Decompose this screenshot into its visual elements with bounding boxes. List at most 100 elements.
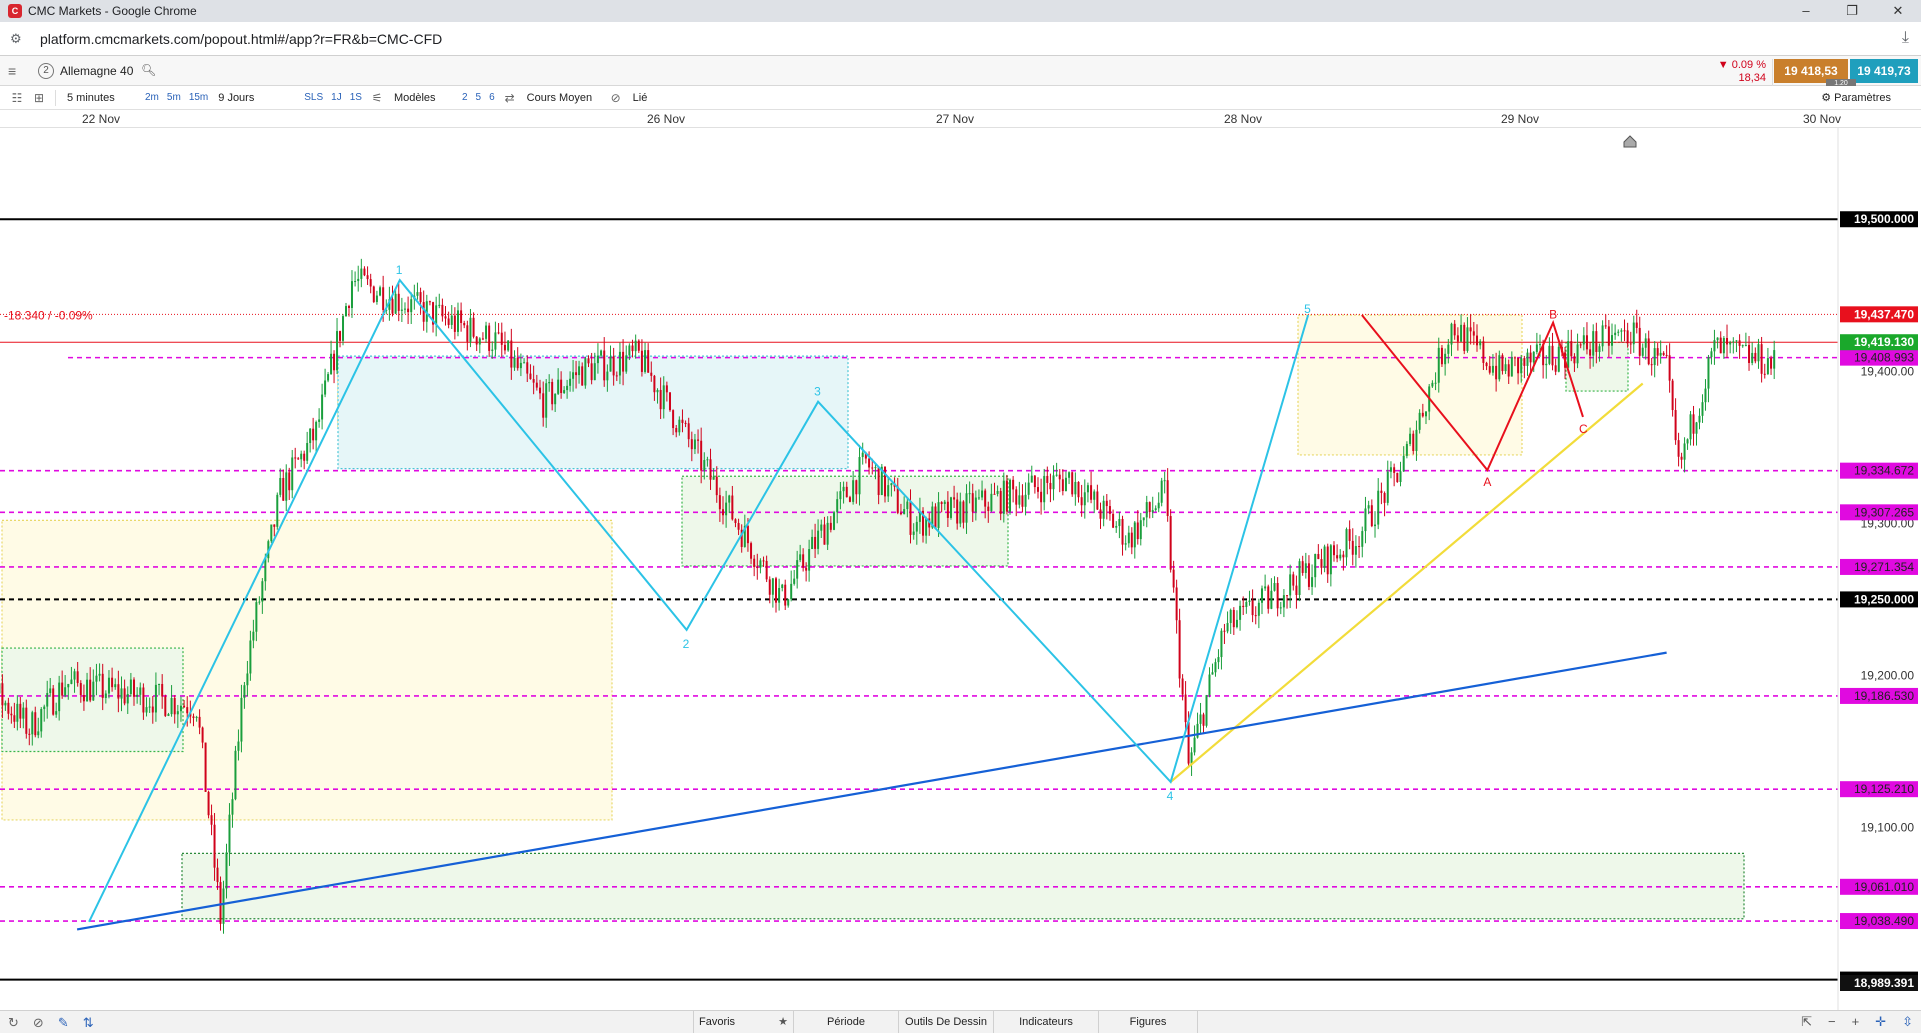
instrument-header: ≡ 2 Allemagne 40 🔍︎ <box>0 56 1921 86</box>
candle-body <box>258 601 261 603</box>
layout-grid-icon[interactable]: ⊞ <box>28 91 50 105</box>
tab-figures[interactable]: Figures <box>1098 1011 1198 1033</box>
close-icon[interactable]: ✕ <box>1875 0 1921 22</box>
download-icon[interactable]: ⤓ <box>1902 29 1909 47</box>
link-icon[interactable]: ⊘ <box>605 91 627 105</box>
price-type-select[interactable]: Cours Moyen <box>521 92 605 104</box>
candle-body <box>1358 546 1361 548</box>
candle-body <box>303 453 306 461</box>
candle-body <box>1260 588 1263 603</box>
candle-body <box>192 716 195 718</box>
zoom-in-icon[interactable]: + <box>1852 1014 1860 1030</box>
price-type-icon[interactable]: ⇄ <box>499 91 521 105</box>
candle-body <box>372 286 375 302</box>
zones-layer <box>1 314 1745 920</box>
models-button[interactable]: Modèles <box>388 92 458 104</box>
settings-button[interactable]: ⚙ Paramètres <box>1821 91 1891 104</box>
candle-body <box>315 421 318 441</box>
candle-body <box>1726 338 1729 345</box>
models-icon[interactable]: ⚟ <box>366 91 388 105</box>
candle-body <box>974 497 977 512</box>
candle-body <box>1614 332 1617 336</box>
candle-body <box>539 387 542 394</box>
tab-indicateurs[interactable]: Indicateurs <box>993 1011 1098 1033</box>
candle-body <box>709 459 712 480</box>
period-select[interactable]: 9 Jours <box>212 92 300 104</box>
url-field[interactable]: platform.cmcmarkets.com/popout.html#/app… <box>40 31 442 47</box>
candle-body <box>690 439 693 450</box>
candle-body <box>1175 587 1178 621</box>
tab-outils-de-dessin[interactable]: Outils De Dessin <box>898 1011 993 1033</box>
candle-body <box>622 351 625 372</box>
candle-body <box>1573 356 1576 364</box>
candle-body <box>644 350 647 372</box>
candle-body <box>1015 489 1018 505</box>
zoom-out-icon[interactable]: − <box>1828 1014 1836 1030</box>
interval-15m[interactable]: 15m <box>185 92 212 103</box>
price-chart[interactable]: -18.340 / -0.09% 1 2 3 4 5 A B C 19,400.00 19,30… <box>0 128 1921 1010</box>
candle-body <box>842 486 845 492</box>
restore-icon[interactable]: ❐ <box>1829 0 1875 22</box>
date-tick: 30 Nov <box>1802 112 1842 126</box>
chart-list-icon[interactable]: ☷ <box>6 91 28 105</box>
site-settings-icon[interactable]: ⚙ <box>10 31 28 47</box>
period-1s[interactable]: 1S <box>346 92 366 103</box>
candle-body <box>1030 475 1033 483</box>
pencil-icon[interactable]: ✎ <box>58 1015 69 1031</box>
candle-body <box>1617 331 1620 333</box>
cancel-icon[interactable]: ⊘ <box>33 1015 44 1031</box>
interval-select[interactable]: 5 minutes <box>61 92 141 104</box>
candle-body <box>1662 352 1665 355</box>
candle-body <box>781 584 784 588</box>
candle-body <box>823 524 826 545</box>
candle-body <box>1193 737 1196 753</box>
candle-body <box>1108 506 1111 514</box>
candle-body <box>925 518 928 536</box>
interval-5m[interactable]: 5m <box>163 92 185 103</box>
candle-body <box>101 673 104 698</box>
reset-zoom-icon[interactable]: ⇱ <box>1801 1014 1812 1030</box>
candle-body <box>279 478 282 495</box>
candle-body <box>1248 600 1251 602</box>
refresh-icon[interactable]: ↻ <box>8 1015 19 1031</box>
candle-body <box>195 716 198 718</box>
crosshair-icon[interactable]: ✛ <box>1875 1014 1886 1030</box>
period-sls[interactable]: SLS <box>300 92 327 103</box>
interval-2m[interactable]: 2m <box>141 92 163 103</box>
candle-body <box>123 688 126 704</box>
model-6[interactable]: 6 <box>485 92 499 103</box>
minimize-icon[interactable]: – <box>1783 0 1829 22</box>
instrument-name[interactable]: Allemagne 40 <box>60 64 133 78</box>
candle-body <box>659 389 662 410</box>
candle-body <box>1080 497 1083 506</box>
alert-level-label: 19,437.470 <box>1854 307 1914 321</box>
linked-toggle[interactable]: Lié <box>627 92 654 104</box>
candle-body <box>1659 352 1662 356</box>
model-5[interactable]: 5 <box>472 92 486 103</box>
candle-body <box>560 379 563 394</box>
candle-body <box>687 423 690 440</box>
menu-icon[interactable]: ≡ <box>8 63 16 79</box>
tab-favoris[interactable]: Favoris ★ <box>693 1011 793 1033</box>
candle-body <box>1239 605 1242 620</box>
candle-body <box>1115 525 1118 528</box>
candle-body <box>1329 545 1332 575</box>
candle-body <box>848 497 851 502</box>
candle-body <box>240 697 243 742</box>
candle-body <box>210 815 213 825</box>
candle-body <box>1307 563 1310 587</box>
candle-body <box>1695 422 1698 434</box>
star-icon[interactable]: ★ <box>778 1016 788 1028</box>
period-1j[interactable]: 1J <box>327 92 346 103</box>
buy-button[interactable]: 19 419,73 <box>1850 59 1918 83</box>
date-axis: 22 Nov 26 Nov 27 Nov 28 Nov 29 Nov 30 No… <box>0 110 1921 128</box>
arrows-icon[interactable]: ⇅ <box>83 1015 94 1031</box>
window-title: CMC Markets - Google Chrome <box>28 4 197 18</box>
search-icon[interactable]: 🔍︎ <box>141 63 156 77</box>
candle-body <box>1289 574 1292 596</box>
fit-vertical-icon[interactable]: ⇳ <box>1902 1014 1913 1030</box>
tab-periode[interactable]: Période <box>793 1011 898 1033</box>
magenta-level-label: 19,271.354 <box>1854 560 1914 574</box>
candle-body <box>485 325 488 339</box>
model-2[interactable]: 2 <box>458 92 472 103</box>
